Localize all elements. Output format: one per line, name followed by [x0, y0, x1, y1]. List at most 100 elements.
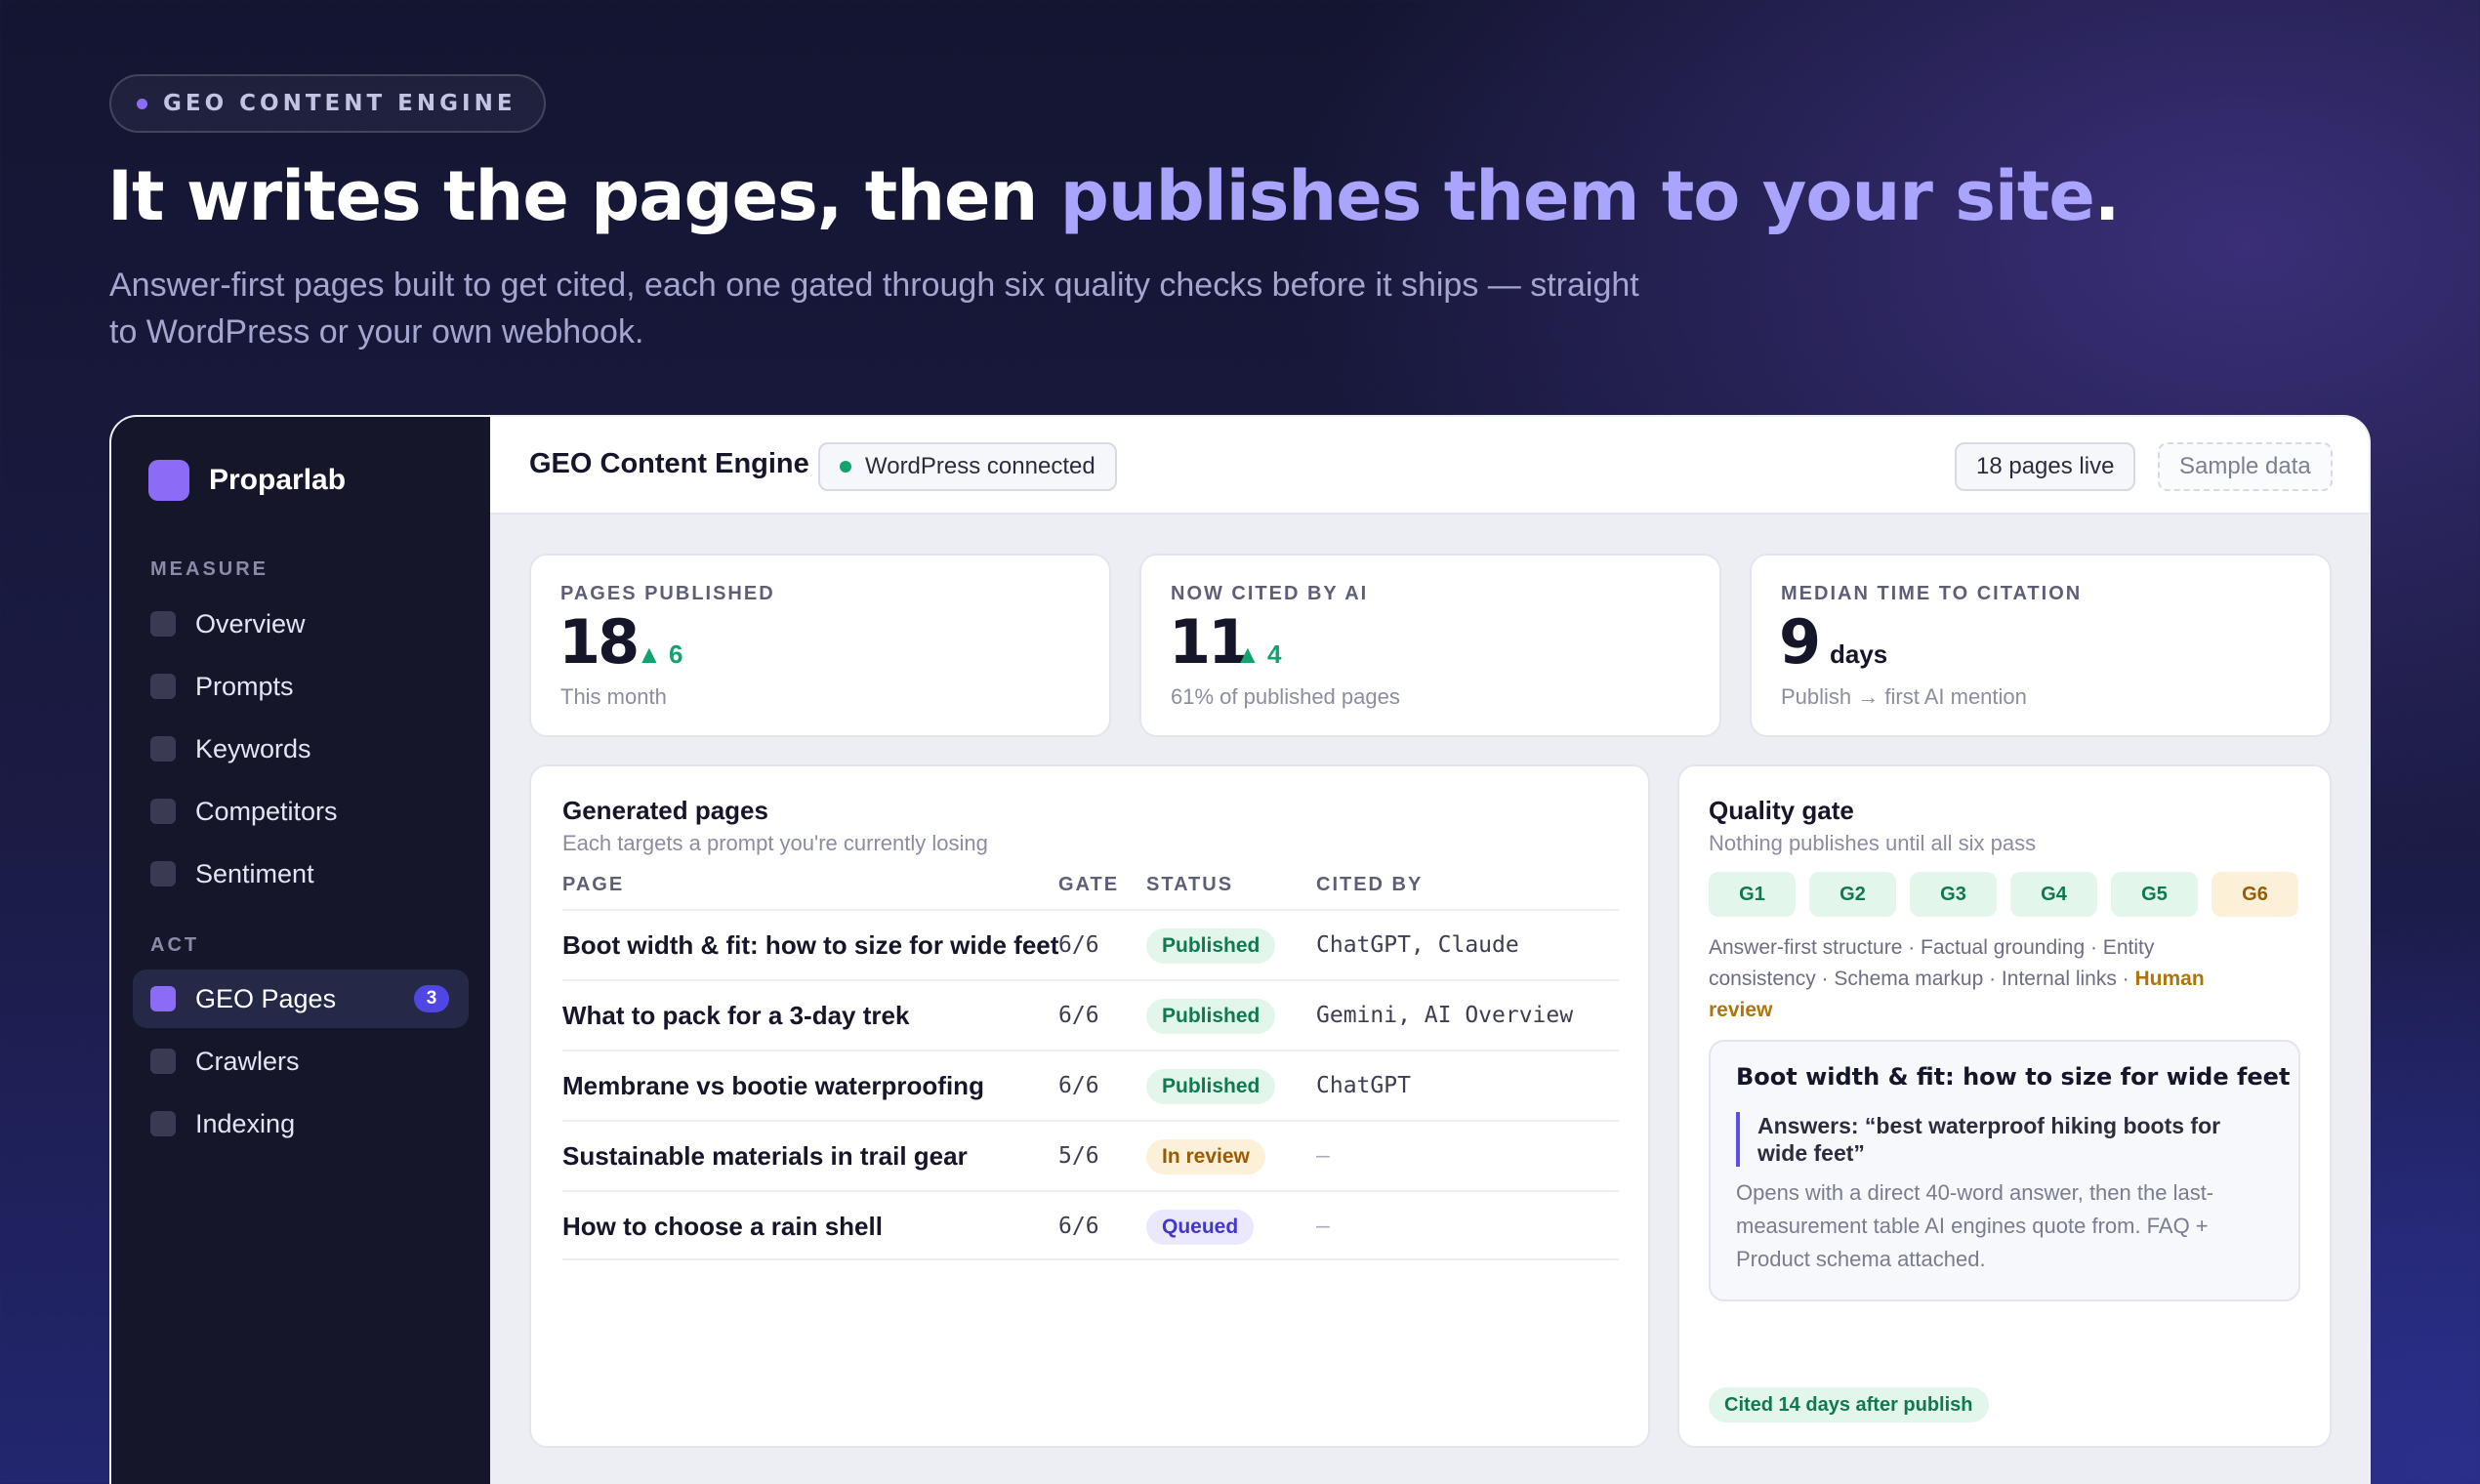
- eyebrow-dot: [137, 98, 147, 109]
- count-badge: 3: [414, 985, 449, 1012]
- status-badge: Published: [1146, 999, 1276, 1034]
- table-row[interactable]: Boot width & fit: how to size for wide f…: [562, 909, 1619, 979]
- card-title: Quality gate: [1709, 796, 1854, 825]
- sidebar-item-competitors[interactable]: Competitors: [133, 782, 469, 841]
- gate-cell: 5/6: [1058, 1143, 1099, 1169]
- preview-title: Boot width & fit: how to size for wide f…: [1736, 1063, 2291, 1091]
- status-badge: Published: [1146, 1069, 1276, 1104]
- gate-chip-g3[interactable]: G3: [1910, 872, 1997, 917]
- pages-live-badge[interactable]: 18 pages live: [1955, 442, 2136, 491]
- connection-label: WordPress connected: [865, 453, 1095, 479]
- quality-gate-card: Quality gate Nothing publishes until all…: [1677, 764, 2332, 1448]
- cited-by-cell: Gemini, AI Overview: [1316, 1003, 1574, 1028]
- sidebar-item-sentiment[interactable]: Sentiment: [133, 845, 469, 903]
- subheadline: Answer-first pages built to get cited, e…: [109, 267, 1639, 350]
- sidebar-item-label: Overview: [195, 608, 306, 639]
- sidebar-item-label: GEO Pages: [195, 983, 337, 1013]
- cited-by-cell: —: [1316, 1214, 1330, 1239]
- sidebar-section-act: ACT: [150, 934, 200, 956]
- sample-data-badge: Sample data: [2158, 442, 2333, 491]
- sidebar-item-prompts[interactable]: Prompts: [133, 657, 469, 716]
- gate-checks-list: Answer-first structure · Factual groundi…: [1709, 936, 2155, 990]
- headline-end: .: [2093, 156, 2121, 236]
- eyebrow-label: GEO CONTENT ENGINE: [163, 91, 517, 116]
- stat-value: 9: [1779, 606, 1821, 678]
- gate-chip-g6[interactable]: G6: [2211, 872, 2298, 917]
- stat-card-median-time: MEDIAN TIME TO CITATION 9 days Publish →…: [1750, 554, 2332, 737]
- page-title: GEO Content Engine: [529, 448, 809, 479]
- sidebar-item-keywords[interactable]: Keywords: [133, 720, 469, 778]
- stat-value: 18: [558, 606, 640, 678]
- page-title-cell[interactable]: Membrane vs bootie waterproofing: [562, 1071, 984, 1101]
- app-window: Proparlab MEASURE Overview Prompts Keywo…: [109, 415, 2371, 1484]
- sidebar-item-label: Competitors: [195, 796, 338, 826]
- cited-by-cell: —: [1316, 1143, 1330, 1169]
- gate-cell: 6/6: [1058, 1214, 1099, 1239]
- brand[interactable]: Proparlab: [148, 460, 346, 501]
- gate-chip-g4[interactable]: G4: [2010, 872, 2097, 917]
- column-header-cited-by[interactable]: CITED BY: [1316, 874, 1423, 896]
- status-badge: Published: [1146, 928, 1276, 964]
- card-title: Generated pages: [562, 796, 768, 825]
- stat-delta: ▲ 6: [637, 639, 683, 669]
- gate-chip-g2[interactable]: G2: [1809, 872, 1896, 917]
- headline-start: It writes the pages, then: [107, 156, 1060, 236]
- stat-footnote: This month: [560, 684, 667, 709]
- stat-delta: ▲ 4: [1235, 639, 1282, 669]
- page-title-cell[interactable]: Boot width & fit: how to size for wide f…: [562, 930, 1058, 961]
- sidebar-item-label: Crawlers: [195, 1046, 300, 1076]
- preview-target-prompt: Answers: “best waterproof hiking boots f…: [1736, 1112, 2263, 1167]
- column-header-gate[interactable]: GATE: [1058, 874, 1119, 896]
- topbar: GEO Content Engine WordPress connected 1…: [490, 417, 2369, 515]
- sidebar: Proparlab MEASURE Overview Prompts Keywo…: [111, 417, 490, 1484]
- page-title-cell[interactable]: Sustainable materials in trail gear: [562, 1141, 968, 1172]
- stat-footnote: 61% of published pages: [1171, 684, 1400, 709]
- status-badge: Queued: [1146, 1210, 1255, 1245]
- brand-name: Proparlab: [209, 464, 347, 496]
- connected-dot-icon: [840, 461, 851, 473]
- table-row[interactable]: What to pack for a 3-day trek 6/6 Publis…: [562, 979, 1619, 1050]
- page-title-cell[interactable]: How to choose a rain shell: [562, 1212, 883, 1242]
- sidebar-item-geo-pages[interactable]: GEO Pages 3: [133, 969, 469, 1028]
- prompts-icon: [150, 674, 176, 699]
- sidebar-section-measure: MEASURE: [150, 558, 269, 580]
- sentiment-icon: [150, 861, 176, 886]
- table-row[interactable]: Membrane vs bootie waterproofing 6/6 Pub…: [562, 1050, 1619, 1120]
- gate-cell: 6/6: [1058, 1073, 1099, 1098]
- gate-cell: 6/6: [1058, 932, 1099, 958]
- sidebar-item-overview[interactable]: Overview: [133, 595, 469, 653]
- overview-icon: [150, 611, 176, 637]
- cited-by-cell: ChatGPT: [1316, 1073, 1411, 1098]
- table-row[interactable]: Sustainable materials in trail gear 5/6 …: [562, 1120, 1619, 1190]
- gate-chip-g1[interactable]: G1: [1709, 872, 1796, 917]
- connection-status[interactable]: WordPress connected: [818, 442, 1117, 491]
- gate-chips: G1 G2 G3 G4 G5 G6: [1709, 872, 2298, 917]
- competitors-icon: [150, 799, 176, 824]
- page-preview[interactable]: Boot width & fit: how to size for wide f…: [1709, 1040, 2300, 1301]
- table-row[interactable]: How to choose a rain shell 6/6 Queued —: [562, 1190, 1619, 1260]
- keywords-icon: [150, 736, 176, 762]
- headline: It writes the pages, then publishes them…: [107, 156, 2121, 236]
- status-badge: In review: [1146, 1139, 1265, 1175]
- gate-cell: 6/6: [1058, 1003, 1099, 1028]
- stat-footnote: Publish → first AI mention: [1781, 684, 2027, 709]
- geo-pages-icon: [150, 986, 176, 1011]
- indexing-icon: [150, 1111, 176, 1136]
- stat-label: MEDIAN TIME TO CITATION: [1781, 583, 2083, 604]
- cited-status-badge: Cited 14 days after publish: [1709, 1387, 1989, 1422]
- sidebar-item-crawlers[interactable]: Crawlers: [133, 1032, 469, 1091]
- card-subtitle: Nothing publishes until all six pass: [1709, 831, 2037, 855]
- gate-chip-g5[interactable]: G5: [2111, 872, 2198, 917]
- stat-card-cited-by-ai: NOW CITED BY AI 11 ▲ 4 61% of published …: [1139, 554, 1721, 737]
- page-title-cell[interactable]: What to pack for a 3-day trek: [562, 1001, 909, 1031]
- main-panel: GEO Content Engine WordPress connected 1…: [490, 417, 2369, 1484]
- sidebar-item-indexing[interactable]: Indexing: [133, 1094, 469, 1153]
- gate-checks-description: Answer-first structure · Factual groundi…: [1709, 932, 2255, 1026]
- brand-logo-icon: [148, 460, 189, 501]
- sidebar-item-label: Prompts: [195, 671, 294, 701]
- column-header-page[interactable]: PAGE: [562, 874, 624, 896]
- eyebrow-badge: GEO CONTENT ENGINE: [109, 74, 546, 133]
- stat-label: NOW CITED BY AI: [1171, 583, 1369, 604]
- column-header-status[interactable]: STATUS: [1146, 874, 1233, 896]
- stat-card-pages-published: PAGES PUBLISHED 18 ▲ 6 This month: [529, 554, 1111, 737]
